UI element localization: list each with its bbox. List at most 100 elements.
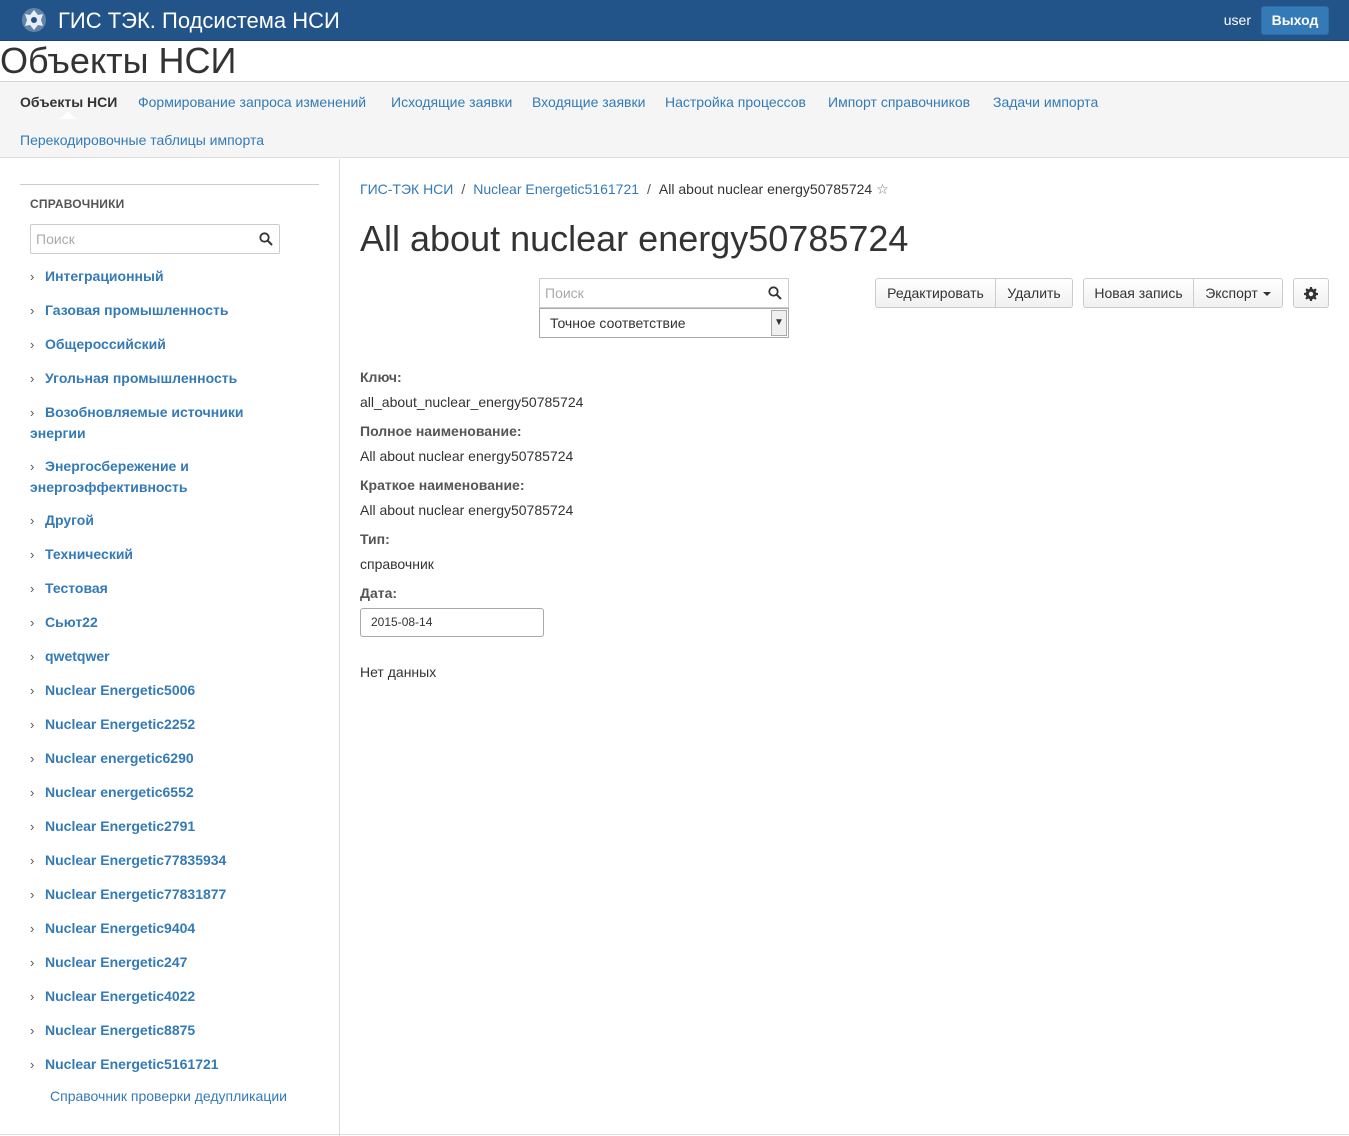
tree-item[interactable]: › Nuclear Energetic77831877 [30, 884, 270, 905]
app-title[interactable]: ГИС ТЭК. Подсистема НСИ [58, 8, 340, 34]
settings-button[interactable] [1293, 278, 1329, 308]
chevron-right-icon[interactable]: › [30, 579, 45, 599]
tree-item[interactable]: › Nuclear Energetic4022 [30, 986, 270, 1007]
tree-item[interactable]: › Газовая промышленность [30, 300, 270, 321]
tree-item-label[interactable]: Nuclear Energetic2252 [45, 716, 195, 732]
chevron-right-icon[interactable]: › [30, 335, 45, 355]
tree-item[interactable]: › Nuclear energetic6290 [30, 748, 270, 769]
edit-button[interactable]: Редактировать [875, 278, 996, 308]
sidebar-search-input[interactable] [31, 225, 241, 253]
top-navbar: ГИС ТЭК. Подсистема НСИ user Выход [0, 0, 1349, 41]
no-data-message: Нет данных [360, 664, 437, 680]
search-icon[interactable] [259, 232, 273, 246]
tree-item[interactable]: › Общероссийский [30, 334, 270, 355]
chevron-right-icon[interactable]: › [30, 1055, 45, 1075]
match-mode-select[interactable]: Точное соответствие ▼ [539, 308, 789, 338]
chevron-right-icon[interactable]: › [30, 545, 45, 565]
tree-item-label[interactable]: Nuclear Energetic4022 [45, 988, 195, 1004]
tree-item-label[interactable]: Nuclear Energetic77831877 [45, 886, 226, 902]
tree-item[interactable]: › Nuclear Energetic5006 [30, 680, 270, 701]
tree-item-label[interactable]: Nuclear energetic6552 [45, 784, 194, 800]
search-icon[interactable] [768, 286, 782, 300]
subnav-item-process-settings[interactable]: Настройка процессов [665, 93, 806, 111]
tree-item-label[interactable]: Nuclear Energetic5161721 [45, 1056, 219, 1072]
chevron-right-icon[interactable]: › [30, 511, 45, 531]
chevron-right-icon[interactable]: › [30, 647, 45, 667]
tree-item[interactable]: › Энергосбережение и энергоэффективность [30, 456, 270, 497]
chevron-right-icon[interactable]: › [30, 885, 45, 905]
tree-item-label[interactable]: Угольная промышленность [45, 370, 237, 386]
chevron-right-icon[interactable]: › [30, 681, 45, 701]
star-icon[interactable]: ☆ [872, 181, 889, 197]
tree-item-label[interactable]: Nuclear Energetic5006 [45, 682, 195, 698]
subnav-item-import-dictionaries[interactable]: Импорт справочников [828, 93, 970, 111]
export-button[interactable]: Экспорт [1194, 278, 1283, 308]
tree-item-label[interactable]: Общероссийский [45, 336, 166, 352]
subnav-item-change-request[interactable]: Формирование запроса изменений [138, 93, 366, 111]
chevron-right-icon[interactable]: › [30, 817, 45, 837]
chevron-down-icon[interactable]: ▼ [771, 310, 787, 336]
subnav-item-incoming[interactable]: Входящие заявки [532, 93, 645, 111]
chevron-right-icon[interactable]: › [30, 403, 45, 423]
chevron-right-icon[interactable]: › [30, 457, 45, 477]
subnav-item-import-tasks[interactable]: Задачи импорта [993, 93, 1098, 111]
tree-item[interactable]: › Nuclear Energetic5161721 [30, 1054, 270, 1075]
tree-item-label[interactable]: Технический [45, 546, 133, 562]
delete-button[interactable]: Удалить [996, 278, 1073, 308]
tree-item[interactable]: › Nuclear energetic6552 [30, 782, 270, 803]
chevron-right-icon[interactable]: › [30, 369, 45, 389]
tree-item-label[interactable]: Другой [45, 512, 94, 528]
tree-item[interactable]: › Интеграционный [30, 266, 270, 287]
chevron-right-icon[interactable]: › [30, 613, 45, 633]
tree-item[interactable]: › qwetqwer [30, 646, 270, 667]
chevron-right-icon[interactable]: › [30, 1021, 45, 1041]
tree-item-label[interactable]: Сьют22 [45, 614, 98, 630]
breadcrumb-parent[interactable]: Nuclear Energetic5161721 [473, 181, 639, 197]
chevron-right-icon[interactable]: › [30, 953, 45, 973]
subnav-item-outgoing[interactable]: Исходящие заявки [391, 93, 512, 111]
tree-item[interactable]: › Nuclear Energetic9404 [30, 918, 270, 939]
tree-item-label[interactable]: Газовая промышленность [45, 302, 229, 318]
chevron-right-icon[interactable]: › [30, 783, 45, 803]
breadcrumb-root[interactable]: ГИС-ТЭК НСИ [360, 181, 453, 197]
tree-item[interactable]: › Угольная промышленность [30, 368, 270, 389]
tree-item[interactable]: › Технический [30, 544, 270, 565]
tree-item-label[interactable]: Энергосбережение и энергоэффективность [30, 458, 189, 495]
tree-item-label[interactable]: Nuclear Energetic77835934 [45, 852, 226, 868]
tree-item-label[interactable]: Тестовая [45, 580, 108, 596]
chevron-right-icon[interactable]: › [30, 749, 45, 769]
chevron-right-icon[interactable]: › [30, 715, 45, 735]
subnav: Объекты НСИ Формирование запроса изменен… [0, 82, 1349, 158]
tree-item[interactable]: › Nuclear Energetic2252 [30, 714, 270, 735]
chevron-right-icon[interactable]: › [30, 919, 45, 939]
tree-item-label[interactable]: qwetqwer [45, 648, 110, 664]
tree-item[interactable]: › Nuclear Energetic2791 [30, 816, 270, 837]
tree-item-label[interactable]: Nuclear Energetic247 [45, 954, 187, 970]
tree-item-label[interactable]: Интеграционный [45, 268, 164, 284]
tree-item-label[interactable]: Nuclear Energetic8875 [45, 1022, 195, 1038]
chevron-right-icon[interactable]: › [30, 987, 45, 1007]
tree-item-label[interactable]: Nuclear Energetic2791 [45, 818, 195, 834]
tree-item[interactable]: › Nuclear Energetic77835934 [30, 850, 270, 871]
tree-item-label[interactable]: Nuclear Energetic9404 [45, 920, 195, 936]
tree-item[interactable]: › Сьют22 [30, 612, 270, 633]
date-field[interactable]: 2015-08-14 [360, 608, 544, 637]
chevron-right-icon[interactable]: › [30, 851, 45, 871]
tree-item[interactable]: › Другой [30, 510, 270, 531]
new-record-button[interactable]: Новая запись [1083, 278, 1194, 308]
tree-item[interactable]: › Nuclear Energetic247 [30, 952, 270, 973]
record-search-input[interactable] [540, 279, 750, 307]
chevron-right-icon[interactable]: › [30, 267, 45, 287]
tree-item[interactable]: › Возобновляемые источники энергии [30, 402, 270, 443]
tree-item-dedup[interactable]: Справочник проверки дедупликации [50, 1088, 287, 1104]
chevron-right-icon[interactable]: › [30, 301, 45, 321]
subnav-item-recode-tables[interactable]: Перекодировочные таблицы импорта [20, 131, 264, 149]
tree-item[interactable]: › Nuclear Energetic8875 [30, 1020, 270, 1041]
subnav-item-objects[interactable]: Объекты НСИ [20, 93, 117, 111]
logout-button[interactable]: Выход [1261, 6, 1329, 35]
tree-item-label[interactable]: Возобновляемые источники энергии [30, 404, 243, 441]
active-tab-indicator [60, 111, 76, 119]
page-header: Объекты НСИ [0, 41, 1349, 82]
tree-item[interactable]: › Тестовая [30, 578, 270, 599]
tree-item-label[interactable]: Nuclear energetic6290 [45, 750, 194, 766]
